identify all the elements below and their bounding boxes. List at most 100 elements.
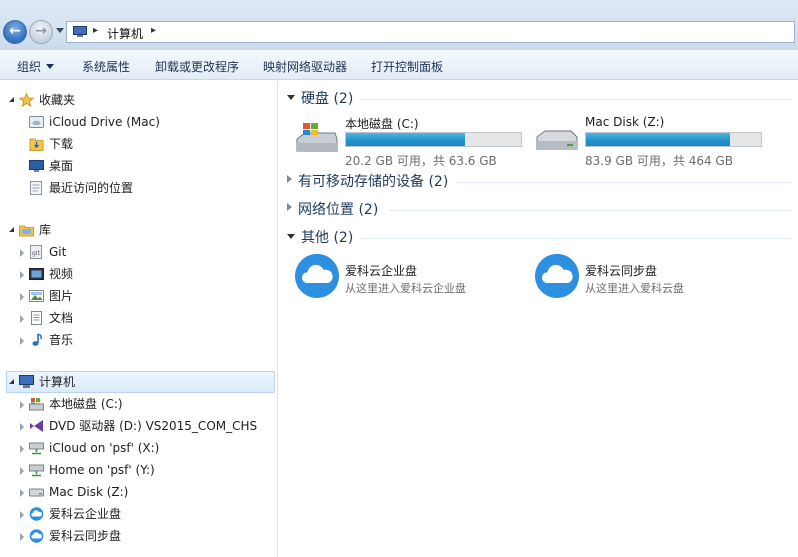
nav-item-music[interactable]: 音乐 xyxy=(0,329,270,351)
expand-arrow-icon[interactable] xyxy=(20,293,24,301)
nav-item-label: iCloud on 'psf' (X:) xyxy=(49,441,160,455)
collapse-arrow-icon[interactable] xyxy=(287,95,295,100)
drive-usage-fill xyxy=(586,133,730,146)
expand-arrow-icon[interactable] xyxy=(20,533,24,541)
breadcrumb-separator[interactable]: ▸ xyxy=(151,25,156,36)
cloud-icon xyxy=(29,529,44,543)
group-header-network[interactable]: 网络位置 (2) xyxy=(287,200,378,220)
cloud-icon xyxy=(535,254,579,298)
nav-favorites-label: 收藏夹 xyxy=(39,93,76,107)
breadcrumb-computer[interactable]: 计算机 xyxy=(107,25,143,42)
cloud-tile-sync[interactable]: 爱科云同步盘 从这里进入爱科云盘 xyxy=(535,254,765,300)
nav-item-documents[interactable]: 文档 xyxy=(0,307,270,329)
forward-arrow-icon: → xyxy=(35,23,47,39)
content-pane: 硬盘 (2) 本地磁盘 (C:) 20.2 GB 可用，共 63.6 GB Ma… xyxy=(279,81,798,557)
nav-item-label: 爱科云企业盘 xyxy=(49,507,122,521)
drive-tile-z[interactable]: Mac Disk (Z:) 83.9 GB 可用，共 464 GB xyxy=(535,115,765,168)
nav-item-desktop[interactable]: 桌面 xyxy=(0,155,270,177)
group-label: 其他 (2) xyxy=(301,230,354,246)
nav-item-label: DVD 驱动器 (D:) VS2015_COM_CHS xyxy=(49,419,258,433)
drive-free-space: 83.9 GB 可用，共 464 GB xyxy=(585,154,733,168)
drive-name: 本地磁盘 (C:) xyxy=(345,117,419,131)
pictures-icon xyxy=(29,290,44,302)
expand-arrow-icon[interactable] xyxy=(20,511,24,519)
nav-item-label: Home on 'psf' (Y:) xyxy=(49,463,155,477)
expand-arrow-icon[interactable] xyxy=(20,489,24,497)
back-button[interactable]: ← xyxy=(3,20,27,44)
nav-libraries-label: 库 xyxy=(39,223,52,237)
organize-menu[interactable]: 组织 xyxy=(17,58,55,75)
collapse-arrow-icon[interactable] xyxy=(9,227,14,232)
address-box[interactable]: ▸ 计算机 ▸ xyxy=(66,21,795,43)
group-header-removable[interactable]: 有可移动存储的设备 (2) xyxy=(287,172,448,192)
expand-arrow-icon[interactable] xyxy=(20,445,24,453)
video-icon xyxy=(29,268,44,280)
cloud-icon xyxy=(29,507,44,521)
nav-item-label: 视频 xyxy=(49,267,74,281)
cloud-name: 爱科云同步盘 xyxy=(585,264,658,278)
svg-text:git: git xyxy=(32,250,40,257)
drive-name: Mac Disk (Z:) xyxy=(585,115,665,129)
nav-item-local-disk-c[interactable]: 本地磁盘 (C:) xyxy=(0,393,270,415)
expand-arrow-icon[interactable] xyxy=(20,423,24,431)
nav-item-aike-sync[interactable]: 爱科云同步盘 xyxy=(0,525,270,547)
nav-item-dvd-drive-d[interactable]: DVD 驱动器 (D:) VS2015_COM_CHS xyxy=(0,415,270,437)
nav-item-downloads[interactable]: 下载 xyxy=(0,133,270,155)
expand-arrow-icon[interactable] xyxy=(20,315,24,323)
nav-item-aike-enterprise[interactable]: 爱科云企业盘 xyxy=(0,503,270,525)
expand-arrow-icon[interactable] xyxy=(287,175,292,183)
open-control-panel-button[interactable]: 打开控制面板 xyxy=(371,58,443,75)
nav-item-home-psf-y[interactable]: Home on 'psf' (Y:) xyxy=(0,459,270,481)
group-divider xyxy=(361,99,791,100)
group-header-hard-disks[interactable]: 硬盘 (2) xyxy=(287,89,353,109)
expand-arrow-icon[interactable] xyxy=(20,249,24,257)
expand-arrow-icon[interactable] xyxy=(20,271,24,279)
nav-item-mac-disk-z[interactable]: Mac Disk (Z:) xyxy=(0,481,270,503)
cloud-description: 从这里进入爱科云盘 xyxy=(585,282,684,295)
collapse-arrow-icon[interactable] xyxy=(9,97,14,102)
forward-button[interactable]: → xyxy=(29,20,53,44)
drive-tile-c[interactable]: 本地磁盘 (C:) 20.2 GB 可用，共 63.6 GB xyxy=(295,115,525,168)
nav-item-label: 图片 xyxy=(49,289,74,303)
hard-drive-icon xyxy=(29,488,44,497)
nav-item-label: Git xyxy=(49,245,67,259)
nav-item-label: iCloud Drive (Mac) xyxy=(49,115,160,129)
drive-usage-fill xyxy=(346,133,465,146)
cloud-description: 从这里进入爱科云企业盘 xyxy=(345,282,466,295)
collapse-arrow-icon[interactable] xyxy=(287,234,295,239)
system-properties-button[interactable]: 系统属性 xyxy=(82,58,130,75)
nav-libraries[interactable]: 库 xyxy=(0,219,270,241)
back-arrow-icon: ← xyxy=(9,23,21,39)
nav-item-git[interactable]: git Git xyxy=(0,241,270,263)
expand-arrow-icon[interactable] xyxy=(20,337,24,345)
downloads-folder-icon xyxy=(29,138,44,151)
uninstall-program-button[interactable]: 卸载或更改程序 xyxy=(155,58,239,75)
nav-item-icloud-drive[interactable]: iCloud Drive (Mac) xyxy=(0,111,270,133)
nav-item-pictures[interactable]: 图片 xyxy=(0,285,270,307)
recent-pages-dropdown[interactable] xyxy=(56,28,64,33)
drive-usage-bar xyxy=(345,132,522,147)
nav-item-label: Mac Disk (Z:) xyxy=(49,485,129,499)
nav-item-label: 爱科云同步盘 xyxy=(49,529,122,543)
network-drive-icon xyxy=(29,464,44,477)
nav-item-recent-places[interactable]: 最近访问的位置 xyxy=(0,177,270,199)
expand-arrow-icon[interactable] xyxy=(20,401,24,409)
nav-item-label: 音乐 xyxy=(49,333,74,347)
cloud-tile-enterprise[interactable]: 爱科云企业盘 从这里进入爱科云企业盘 xyxy=(295,254,525,300)
git-library-icon: git xyxy=(30,245,42,259)
nav-item-videos[interactable]: 视频 xyxy=(0,263,270,285)
group-divider xyxy=(457,182,791,183)
drive-usage-bar xyxy=(585,132,762,147)
nav-computer[interactable]: 计算机 xyxy=(0,371,270,393)
collapse-arrow-icon[interactable] xyxy=(9,379,14,384)
breadcrumb-separator[interactable]: ▸ xyxy=(93,25,98,36)
expand-arrow-icon[interactable] xyxy=(20,467,24,475)
drive-free-space: 20.2 GB 可用，共 63.6 GB xyxy=(345,154,497,168)
nav-favorites[interactable]: 收藏夹 xyxy=(0,89,270,111)
map-network-drive-button[interactable]: 映射网络驱动器 xyxy=(263,58,347,75)
nav-item-icloud-psf-x[interactable]: iCloud on 'psf' (X:) xyxy=(0,437,270,459)
expand-arrow-icon[interactable] xyxy=(287,203,292,211)
group-header-other[interactable]: 其他 (2) xyxy=(287,228,353,248)
cloud-drive-icon xyxy=(29,116,44,128)
command-bar: 组织 系统属性 卸载或更改程序 映射网络驱动器 打开控制面板 xyxy=(0,50,798,80)
